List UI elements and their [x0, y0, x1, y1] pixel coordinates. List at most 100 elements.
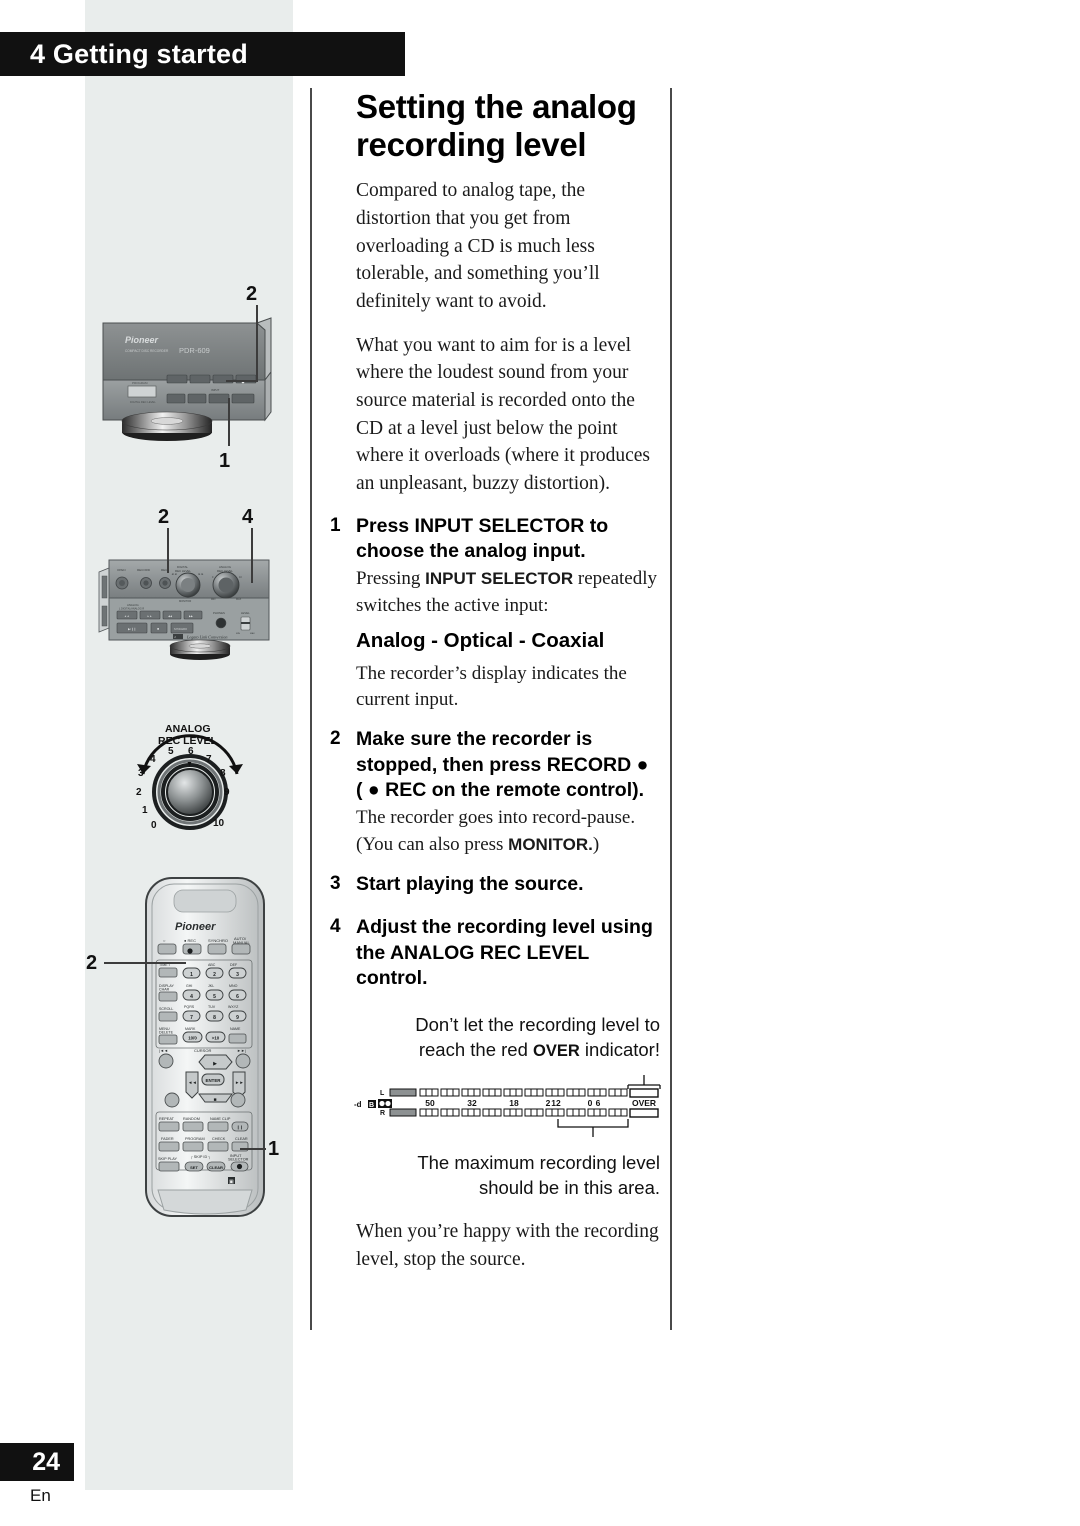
svg-text:CHAR: CHAR — [159, 988, 170, 992]
callout-leader-recorder-2b — [226, 380, 258, 382]
svg-text:REC LEVEL: REC LEVEL — [175, 569, 191, 573]
svg-text:JKL: JKL — [208, 984, 214, 988]
svg-text:ANALOG: ANALOG — [165, 723, 211, 735]
svg-text:DELETE: DELETE — [159, 1031, 174, 1035]
svg-text:REPEAT: REPEAT — [159, 1117, 175, 1121]
step-2-body: Make sure the recorder is stopped, then … — [356, 727, 660, 867]
svg-text:GHI: GHI — [186, 984, 192, 988]
svg-text:ABC: ABC — [208, 963, 216, 967]
svg-text:NAME CLIP: NAME CLIP — [210, 1117, 231, 1121]
svg-text:RANDOM: RANDOM — [183, 1117, 200, 1121]
step-2-heading-line3: ( ● REC on the remote control). — [356, 779, 645, 802]
svg-text:CURSOR: CURSOR — [194, 1048, 211, 1053]
step-1-body: Press INPUT SELECTOR to choose the analo… — [356, 514, 660, 724]
svg-text:SET: SET — [190, 1165, 198, 1170]
step-3-body: Start playing the source. — [356, 872, 660, 911]
svg-text:PQRS: PQRS — [184, 1005, 195, 1009]
step-1-sub-before: Pressing — [356, 568, 426, 590]
svg-text:4: 4 — [190, 994, 193, 1000]
svg-text:R: R — [380, 1110, 385, 1117]
step-4: 4 Adjust the recording level using the A… — [330, 915, 660, 993]
svg-text:▼: ▼ — [186, 761, 193, 768]
page-title-line1: Setting the analog — [356, 88, 637, 125]
closing-paragraph: When you’re happy with the recording lev… — [356, 1221, 659, 1270]
svg-text:5: 5 — [168, 746, 174, 757]
page-title: Setting the analog recording level — [356, 88, 660, 163]
meter-scale-0: 0 — [588, 1098, 593, 1108]
svg-text:>10: >10 — [212, 1036, 220, 1041]
svg-text:PDR-609: PDR-609 — [179, 346, 210, 355]
callout-remote-1: 1 — [268, 1138, 280, 1160]
max-level-note: The maximum recording level should be in… — [417, 1151, 660, 1198]
step-4-heading: Adjust the recording level using the ANA… — [356, 916, 653, 989]
callout-panel-2: 2 — [158, 506, 170, 528]
callout-panel-4: 4 — [242, 506, 254, 528]
svg-text:DIGITAL REC LEVEL: DIGITAL REC LEVEL — [130, 400, 156, 404]
svg-text:MARK: MARK — [185, 1027, 196, 1031]
step-4-number: 4 — [330, 916, 341, 938]
illustration-recorder-front: Pioneer COMPACT DISC RECORDER PDR-609 PR… — [95, 290, 300, 470]
svg-text:PHONES: PHONES — [213, 611, 225, 615]
step-4-body: Adjust the recording level using the ANA… — [356, 915, 660, 993]
chapter-banner: 4 Getting started — [0, 32, 405, 76]
rec-level-knob-svg: ANALOG REC LEVEL 0 1 2 3 4 5 6 7 8 9 10 … — [136, 723, 243, 831]
svg-text:TIME I: TIME I — [159, 963, 170, 967]
intro-paragraph-1: Compared to analog tape, the distortion … — [356, 180, 600, 312]
svg-text:ENTER: ENTER — [206, 1078, 222, 1083]
svg-text:►►: ►► — [235, 1080, 244, 1085]
svg-text:6: 6 — [236, 994, 239, 1000]
svg-text:CHECK: CHECK — [212, 1137, 226, 1141]
svg-text:■: ■ — [213, 1097, 216, 1103]
step-2-sub-bold: MONITOR. — [508, 834, 593, 854]
svg-text:CLEAR: CLEAR — [235, 1137, 248, 1141]
svg-text:Pioneer: Pioneer — [125, 335, 159, 345]
callout-leader-remote-1 — [240, 1148, 266, 1150]
step-2: 2 Make sure the recorder is stopped, the… — [330, 727, 660, 867]
svg-text:Legato Link Conversion: Legato Link Conversion — [186, 635, 227, 640]
chapter-banner-label: 4 Getting started — [30, 38, 248, 69]
step-2-heading: Make sure the recorder is stopped, then … — [356, 727, 660, 803]
svg-text:SCROLL: SCROLL — [159, 1007, 173, 1011]
svg-text:♫: ♫ — [174, 635, 176, 639]
column-rule-right — [670, 88, 672, 1330]
svg-text:6: 6 — [188, 746, 194, 757]
callout-recorder-1: 1 — [219, 450, 231, 472]
level-meter-diagram: -d B L R 50 32 18 12 6 2 0 OVER — [352, 1073, 662, 1139]
callout-leader-panel-2 — [167, 528, 169, 573]
meter-scale-32: 32 — [467, 1098, 477, 1108]
svg-text:◄◄: ◄◄ — [188, 1080, 197, 1085]
meter-scale-2-visible: 2 — [546, 1098, 551, 1108]
over-warning-after: indicator! — [579, 1038, 660, 1060]
svg-text:MIN: MIN — [236, 633, 240, 635]
svg-text:7: 7 — [206, 754, 212, 765]
svg-text:COMPACT DISC RECORDER: COMPACT DISC RECORDER — [125, 349, 169, 353]
svg-text:▣: ▣ — [229, 1179, 234, 1185]
callout-leader-remote-2 — [104, 962, 186, 964]
step-1-subtext: Pressing INPUT SELECTOR repeatedly switc… — [356, 566, 660, 618]
svg-text:►►|: ►►| — [237, 1048, 246, 1053]
svg-text:LEVEL: LEVEL — [241, 611, 250, 615]
input-modes-line: Analog - Optical - Coaxial — [356, 628, 605, 652]
svg-text:10: 10 — [213, 818, 225, 829]
svg-text:SELECTOR: SELECTOR — [228, 1158, 249, 1162]
remote-control-svg: Pioneer ○ ● REC SYNCHRO AUTO/ MANUAL TIM… — [145, 877, 265, 1217]
svg-text:● REC: ● REC — [184, 938, 196, 943]
illustration-remote-control: Pioneer ○ ● REC SYNCHRO AUTO/ MANUAL TIM… — [128, 872, 298, 1222]
svg-text:►►: ►► — [147, 615, 153, 618]
svg-text:Pioneer: Pioneer — [175, 921, 216, 933]
svg-text:FADER: FADER — [161, 1137, 174, 1141]
over-warning-note: Don’t let the recording level to reach t… — [396, 1013, 660, 1063]
svg-text:■: ■ — [157, 627, 159, 631]
svg-text:0: 0 — [151, 820, 157, 831]
step-1: 1 Press INPUT SELECTOR to choose the ana… — [330, 514, 660, 724]
svg-text:10/0: 10/0 — [188, 1036, 197, 1041]
step-3-heading: Start playing the source. — [356, 872, 584, 895]
svg-text:1: 1 — [190, 972, 193, 978]
svg-text:3: 3 — [236, 972, 239, 978]
svg-text:3: 3 — [138, 768, 144, 779]
svg-text:❙❙: ❙❙ — [236, 1125, 243, 1130]
svg-text:L: L — [380, 1090, 385, 1097]
step-3-number: 3 — [330, 872, 341, 894]
svg-text:MAX: MAX — [250, 632, 255, 635]
svg-text:◄◄: ◄◄ — [124, 615, 130, 618]
